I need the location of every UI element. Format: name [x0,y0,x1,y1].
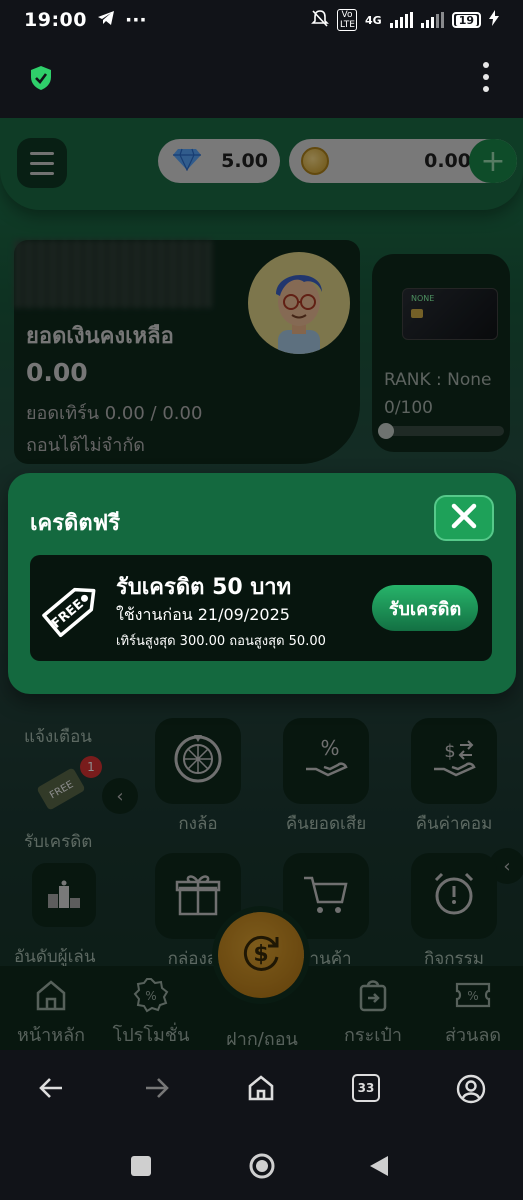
modal-title: เครดิตฟรี [30,511,121,536]
status-time: 19:00 [24,9,87,31]
close-button[interactable] [434,495,494,541]
back-arrow-icon[interactable] [38,1074,66,1106]
system-navigation [0,1132,523,1200]
free-credit-modal: เครดิตฟรี FREE รับเครดิต 50 บาท ใช้งานก่… [8,473,516,694]
claim-credit-button[interactable]: รับเครดิต [372,585,478,631]
home-icon[interactable] [247,1074,275,1106]
home-circle-icon[interactable] [248,1152,276,1184]
free-credit-offer: FREE รับเครดิต 50 บาท ใช้งานก่อน 21/09/2… [30,555,492,661]
free-tag-icon: FREE [40,575,106,645]
battery-level: 19 [455,14,477,26]
mute-icon [311,9,329,31]
browser-toolbar [0,40,523,118]
tab-count-button[interactable]: 33 [352,1074,380,1102]
close-icon [451,503,477,533]
offer-expiry: ใช้งานก่อน 21/09/2025 [116,605,290,624]
charging-icon [489,10,499,30]
battery-icon: 19 [451,12,481,28]
modal-tag-text: FREE [49,597,87,632]
network-type: 4G [365,13,382,27]
forward-arrow-icon[interactable] [142,1074,170,1106]
recents-icon[interactable] [131,1156,151,1176]
status-bar: 19:00 ··· Vo LTE 4G 19 [0,0,523,40]
signal-icon-2 [420,12,444,28]
account-icon[interactable] [456,1074,486,1108]
volte-icon: Vo LTE [337,9,357,31]
offer-limits: เทิร์นสูงสุด 300.00 ถอนสูงสุด 50.00 [116,634,326,649]
offer-title: รับเครดิต 50 บาท [116,575,292,600]
more-notifications-icon: ··· [124,9,147,31]
shield-icon[interactable] [30,65,52,95]
telegram-icon [97,9,115,31]
browser-navigation: 33 [0,1050,523,1132]
signal-icon [389,12,413,28]
back-triangle-icon[interactable] [368,1154,390,1182]
browser-menu-icon[interactable] [481,62,491,92]
